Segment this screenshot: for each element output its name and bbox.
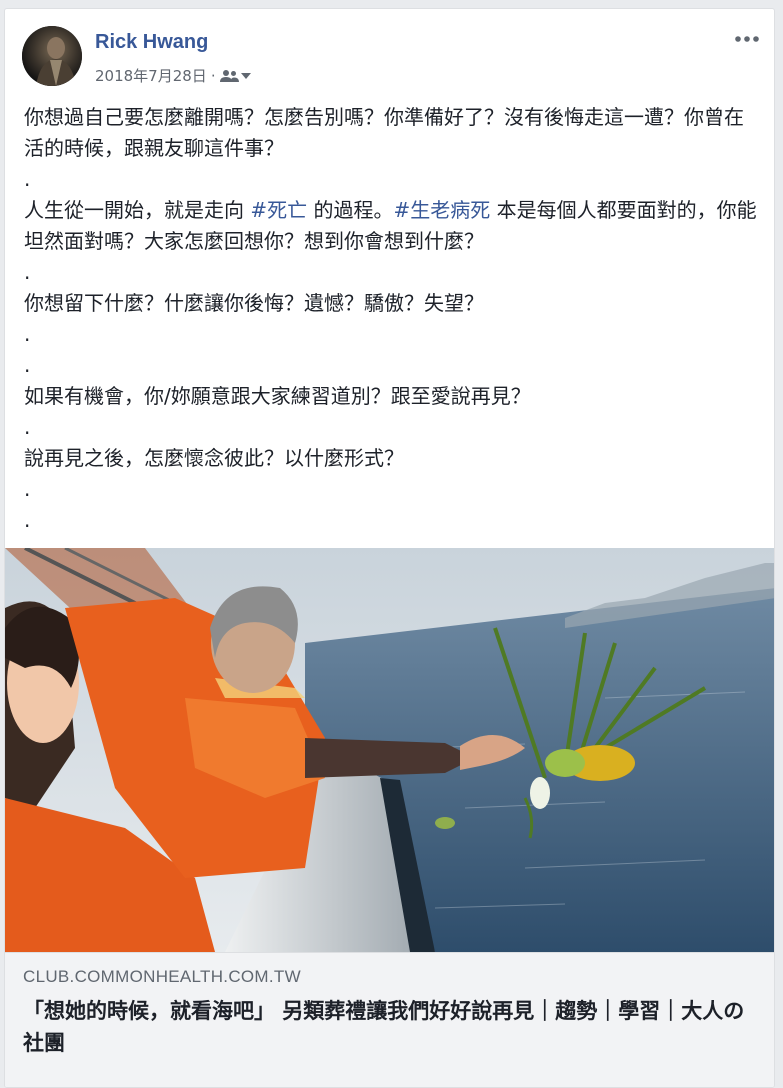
post-card: Rick Hwang 2018年7月28日 · 你想過自己要怎麼離開嗎？怎麼告別… [4, 8, 775, 1088]
post-meta: 2018年7月28日 · [95, 65, 252, 86]
post-line: 說再見之後，怎麼懷念彼此？以什麼形式？ [24, 446, 404, 470]
post-message: 你想過自己要怎麼離開嗎？怎麼告別嗎？你準備好了？沒有後悔走這一遭？你曾在活的時候… [24, 102, 759, 536]
post-line: . [24, 260, 31, 284]
post-line: 你想過自己要怎麼離開嗎？怎麼告別嗎？你準備好了？沒有後悔走這一遭？你曾在活的時候… [24, 105, 744, 160]
link-domain: CLUB.COMMONHEALTH.COM.TW [23, 967, 301, 986]
avatar[interactable] [22, 26, 82, 86]
post-header: Rick Hwang 2018年7月28日 · [5, 9, 774, 99]
friends-icon[interactable] [219, 69, 252, 83]
meta-separator: · [210, 66, 216, 85]
post-line: 你想留下什麼？什麼讓你後悔？遺憾？驕傲？失望？ [24, 291, 484, 315]
post-text-segment: 人生從一開始，就是走向 [24, 198, 251, 222]
post-line: . [24, 415, 31, 439]
post-text-segment: 的過程。 [307, 198, 394, 222]
post-line: . [24, 508, 31, 532]
link-title[interactable]: 「想她的時候，就看海吧」 另類葬禮讓我們好好說再見｜趨勢｜學習｜大人の社團 [23, 995, 758, 1059]
post-line: . [24, 167, 31, 191]
author-name[interactable]: Rick Hwang [95, 31, 208, 54]
chevron-down-icon [240, 72, 251, 79]
link-preview-info[interactable]: CLUB.COMMONHEALTH.COM.TW 「想她的時候，就看海吧」 另類… [5, 952, 774, 1087]
post-paragraph-hashtags: 人生從一開始，就是走向 #死亡 的過程。#生老病死 本是每個人都要面對的，你能坦… [24, 195, 759, 257]
link-preview-image[interactable] [5, 548, 774, 952]
post-line: . [24, 322, 31, 346]
post-line: 如果有機會，你/妳願意跟大家練習道別？跟至愛說再見？ [24, 384, 531, 408]
post-line: . [24, 477, 31, 501]
hashtag-life-cycle[interactable]: #生老病死 [393, 198, 490, 222]
post-date[interactable]: 2018年7月28日 [95, 65, 207, 86]
more-options-icon[interactable] [734, 29, 760, 49]
post-line: . [24, 353, 31, 377]
hashtag-death[interactable]: #死亡 [250, 198, 307, 222]
